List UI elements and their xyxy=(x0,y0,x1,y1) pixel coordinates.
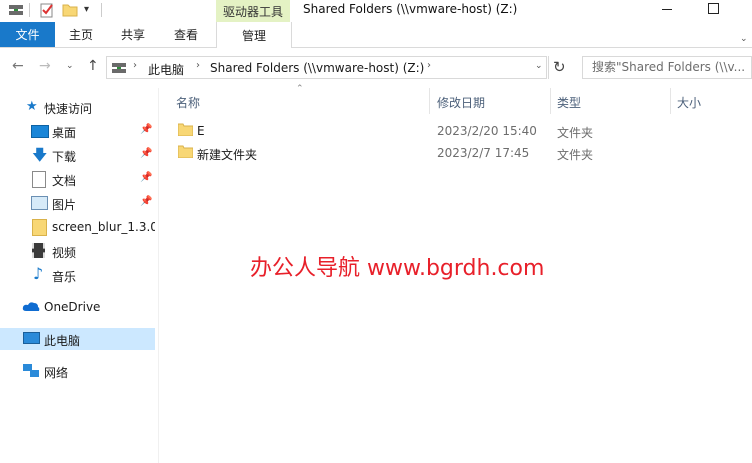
folder-icon xyxy=(177,145,194,159)
column-header-modified[interactable]: 修改日期 xyxy=(437,94,485,111)
tab-manage[interactable]: 管理 xyxy=(216,22,292,48)
video-icon xyxy=(32,243,45,258)
column-divider[interactable] xyxy=(429,88,430,114)
file-type: 文件夹 xyxy=(557,148,594,162)
search-input[interactable]: 搜索"Shared Folders (\\v... xyxy=(582,56,752,79)
tab-view[interactable]: 查看 xyxy=(163,22,209,47)
sidebar-item-label: 快速访问 xyxy=(44,102,93,116)
download-icon: 🡇 xyxy=(32,146,48,164)
expand-ribbon-icon[interactable]: ⌄ xyxy=(740,34,748,44)
music-icon: ♪ xyxy=(33,264,44,283)
toolbar-separator xyxy=(101,3,102,17)
watermark-text: 办公人导航 www.bgrdh.com xyxy=(250,256,545,281)
tab-file[interactable]: 文件 xyxy=(0,22,55,47)
table-row[interactable]: E 2023/2/20 15:40 文件夹 xyxy=(160,120,752,142)
column-divider[interactable] xyxy=(670,88,671,114)
address-divider xyxy=(548,56,549,79)
window-title: Shared Folders (\\vmware-host) (Z:) xyxy=(303,2,518,16)
drive-icon[interactable] xyxy=(8,2,24,18)
properties-icon[interactable] xyxy=(39,2,55,18)
sidebar-item-music[interactable]: ♪ 音乐 xyxy=(0,264,155,286)
sidebar-item-label: 此电脑 xyxy=(44,334,81,348)
table-row[interactable]: 新建文件夹 2023/2/7 17:45 文件夹 xyxy=(160,142,752,164)
picture-icon xyxy=(31,196,48,210)
network-icon xyxy=(23,364,39,377)
address-dropdown-icon[interactable]: ⌄ xyxy=(535,61,543,71)
refresh-icon[interactable]: ↻ xyxy=(553,58,566,76)
breadcrumb-this-pc[interactable]: 此电脑 xyxy=(148,61,184,78)
file-type: 文件夹 xyxy=(557,126,594,140)
folder-icon xyxy=(32,219,47,236)
sidebar-item-screen-blur[interactable]: screen_blur_1.3.0.2 xyxy=(0,216,155,238)
new-folder-icon[interactable] xyxy=(62,2,78,18)
column-divider[interactable] xyxy=(550,88,551,114)
pin-icon: 📌 xyxy=(140,196,153,207)
customize-toolbar-icon[interactable]: ▾ xyxy=(84,4,89,15)
pin-icon: 📌 xyxy=(140,148,153,159)
star-icon: ★ xyxy=(26,99,38,114)
toolbar-separator xyxy=(29,3,30,17)
file-name: 新建文件夹 xyxy=(197,148,258,162)
breadcrumb-separator-icon[interactable]: › xyxy=(196,60,200,71)
column-header-name[interactable]: 名称 xyxy=(176,94,200,111)
breadcrumb-separator-icon[interactable]: › xyxy=(133,60,137,71)
pin-icon: 📌 xyxy=(140,124,153,135)
sidebar-item-label: 下载 xyxy=(52,150,77,164)
up-button[interactable]: ↑ xyxy=(87,58,99,74)
file-modified: 2023/2/20 15:40 xyxy=(437,124,537,138)
sidebar-item-quick-access[interactable]: ★ 快速访问 xyxy=(0,96,155,118)
pin-icon: 📌 xyxy=(140,172,153,183)
drive-icon xyxy=(112,63,126,73)
sidebar-item-label: 视频 xyxy=(52,246,77,260)
sidebar-item-documents[interactable]: 文档 📌 xyxy=(0,168,155,190)
cloud-icon xyxy=(22,302,40,311)
sidebar-item-downloads[interactable]: 🡇 下载 📌 xyxy=(0,144,155,166)
recent-locations-icon[interactable]: ⌄ xyxy=(66,61,74,71)
sidebar-item-label: 文档 xyxy=(52,174,77,188)
sidebar-item-label: screen_blur_1.3.0.2 xyxy=(52,220,155,234)
breadcrumb-shared-folders[interactable]: Shared Folders (\\vmware-host) (Z:) xyxy=(210,61,424,75)
file-modified: 2023/2/7 17:45 xyxy=(437,146,530,160)
column-header-size[interactable]: 大小 xyxy=(677,94,701,111)
sidebar-item-label: 图片 xyxy=(52,198,77,212)
sidebar-item-desktop[interactable]: 桌面 📌 xyxy=(0,120,155,142)
sidebar-item-pictures[interactable]: 图片 📌 xyxy=(0,192,155,214)
sidebar-item-this-pc[interactable]: 此电脑 xyxy=(0,328,155,350)
breadcrumb-separator-icon[interactable]: › xyxy=(427,60,431,71)
tab-share[interactable]: 共享 xyxy=(110,22,156,47)
sidebar-item-label: 音乐 xyxy=(52,270,77,284)
forward-button[interactable]: → xyxy=(39,58,51,74)
computer-icon xyxy=(23,332,40,344)
pane-divider[interactable] xyxy=(158,88,159,463)
ribbon-tab-bar: 文件 主页 共享 查看 管理 xyxy=(0,22,752,48)
sidebar-item-label: OneDrive xyxy=(44,300,101,314)
tab-home[interactable]: 主页 xyxy=(58,22,104,47)
back-button[interactable]: ← xyxy=(12,58,24,74)
minimize-button[interactable] xyxy=(662,9,672,10)
folder-icon xyxy=(177,123,194,137)
drive-tools-context-tab: 驱动器工具 xyxy=(216,0,290,22)
desktop-icon xyxy=(31,125,49,138)
sort-ascending-icon: ⌃ xyxy=(296,84,304,94)
maximize-button[interactable] xyxy=(708,3,719,14)
sidebar-item-onedrive[interactable]: OneDrive xyxy=(0,296,155,318)
sidebar-item-label: 桌面 xyxy=(52,126,77,140)
sidebar-item-videos[interactable]: 视频 xyxy=(0,240,155,262)
sidebar-item-label: 网络 xyxy=(44,366,69,380)
document-icon xyxy=(32,171,46,188)
sidebar-item-network[interactable]: 网络 xyxy=(0,360,155,382)
column-header-type[interactable]: 类型 xyxy=(557,94,581,111)
file-name: E xyxy=(197,124,205,138)
